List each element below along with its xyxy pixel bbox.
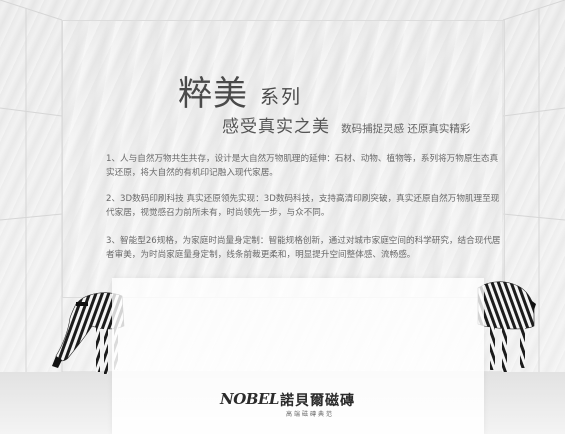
title-main: 粹美 (178, 74, 248, 114)
paragraph-3: 3、智能型26规格，为家庭时尚量身定制：智能规格创新，通过对城市家庭空间的科学研… (106, 236, 501, 260)
zebra-right-illustration (477, 281, 536, 372)
logo-mark: NOBEL (220, 390, 279, 408)
series-title: 粹美 系列 (168, 64, 508, 114)
subtitle-main: 感受真实之美 (222, 117, 330, 137)
logo-chinese-name: 諾貝爾磁磚 (280, 393, 355, 409)
title-series: 系列 (260, 86, 303, 108)
paragraph-1: 1、人与自然万物共生共存，设计是大自然万物肌理的延伸：石材、动物、植物等，系列将… (106, 154, 499, 178)
brand-logo: NOBEL 諾貝爾磁磚 高端磁磚典范 (220, 390, 390, 420)
paragraph-2: 2、3D数码印刷科技 真实还原领先实现：3D数码科技，支持高清印刷突破，真实还原… (106, 194, 500, 218)
subtitle-small: 数码捕捉灵感 还原真实精彩 (341, 123, 471, 135)
logo-tagline: 高端磁磚典范 (286, 411, 335, 418)
subtitle: 感受真实之美 数码捕捉灵感 还原真实精彩 (222, 112, 470, 137)
